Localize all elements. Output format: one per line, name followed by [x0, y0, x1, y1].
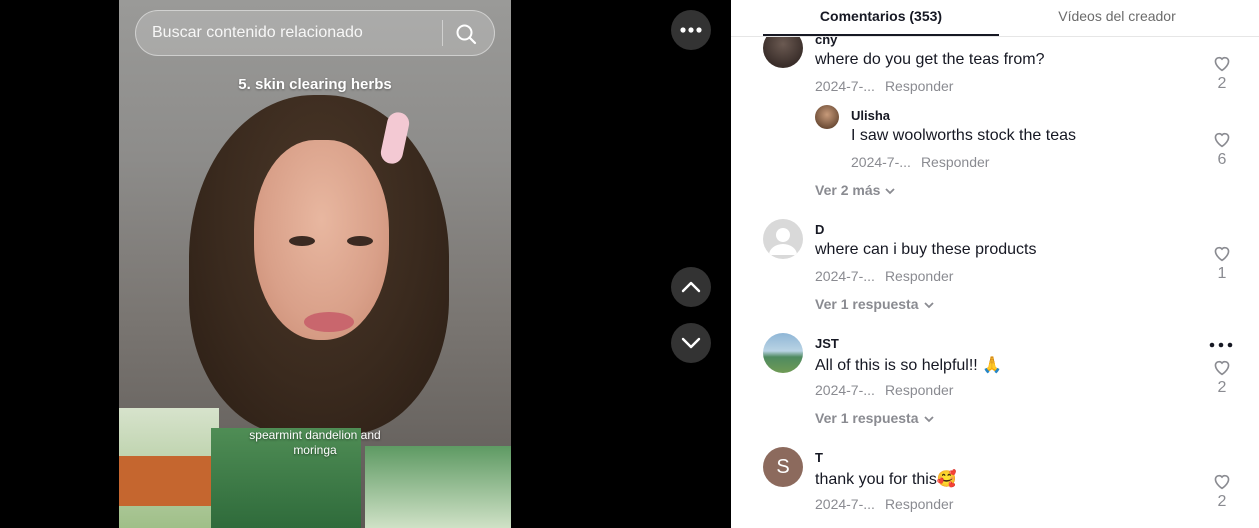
tab-creator-videos[interactable]: Vídeos del creador	[999, 0, 1235, 36]
comment-meta: 2024-7-... Responder	[815, 382, 953, 398]
video-pane: 5. skin clearing herbs spearmint dandeli…	[0, 0, 731, 528]
view-more-label: Ver 1 respuesta	[815, 410, 919, 426]
like-count: 2	[1217, 493, 1227, 510]
reply-button[interactable]: Responder	[885, 78, 954, 94]
comment-meta: 2024-7-... Responder	[815, 268, 953, 284]
tab-comments[interactable]: Comentarios (353)	[763, 0, 999, 36]
chevron-down-icon	[681, 337, 701, 349]
comment-username[interactable]: JST	[815, 336, 839, 351]
like-count: 2	[1217, 379, 1227, 396]
avatar[interactable]	[763, 333, 803, 373]
video-frame-lips	[304, 312, 354, 332]
comments-panel: Comentarios (353) Vídeos del creador chy…	[731, 0, 1259, 528]
view-more-replies[interactable]: Ver 2 más	[815, 182, 896, 198]
reply-button[interactable]: Responder	[885, 268, 954, 284]
search-input[interactable]	[136, 11, 442, 55]
tiktok-window: 5. skin clearing herbs spearmint dandeli…	[0, 0, 1259, 528]
heart-icon	[1214, 474, 1230, 490]
heart-icon	[1214, 246, 1230, 262]
comment-username[interactable]: D	[815, 222, 824, 237]
panel-tabs: Comentarios (353) Vídeos del creador	[731, 0, 1259, 37]
reply-button[interactable]: Responder	[921, 154, 990, 170]
like-count: 6	[1217, 151, 1227, 168]
video-caption-top: 5. skin clearing herbs	[238, 76, 392, 93]
video-frame-eye	[289, 236, 315, 246]
reply-date: 2024-7-...	[851, 154, 911, 170]
like-count: 1	[1217, 265, 1227, 282]
like-button[interactable]: 2	[1210, 472, 1234, 511]
view-more-replies[interactable]: Ver 1 respuesta	[815, 296, 935, 312]
comment-text: where do you get the teas from?	[815, 51, 1045, 68]
like-button[interactable]: 2	[1210, 358, 1234, 397]
chevron-down-icon	[923, 416, 934, 423]
comment-username[interactable]: T	[815, 450, 823, 465]
heart-icon	[1214, 132, 1230, 148]
reply-username[interactable]: Ulisha	[851, 108, 890, 123]
next-video-button[interactable]	[671, 323, 711, 363]
like-button[interactable]: 2	[1210, 54, 1234, 93]
view-more-label: Ver 1 respuesta	[815, 296, 919, 312]
comment-date: 2024-7-...	[815, 382, 875, 398]
comment-text: where can i buy these products	[815, 241, 1037, 258]
comment-meta: 2024-7-... Responder	[815, 78, 953, 94]
comment-more-options[interactable]	[1209, 332, 1233, 353]
comment-text: All of this is so helpful!! 🙏	[815, 357, 1003, 374]
video-frame-eye	[347, 236, 373, 246]
comment-text: thank you for this🥰	[815, 471, 957, 488]
comment-date: 2024-7-...	[815, 496, 875, 512]
reply-meta: 2024-7-... Responder	[851, 154, 989, 170]
search-icon[interactable]	[454, 22, 478, 46]
avatar[interactable]	[815, 105, 839, 129]
reply-button[interactable]: Responder	[885, 496, 954, 512]
search-divider	[442, 20, 443, 46]
default-user-icon	[769, 228, 797, 255]
like-button[interactable]: 1	[1210, 244, 1234, 283]
video-frame-tea-box	[365, 446, 511, 528]
related-search-bar	[135, 10, 495, 56]
reply-text: I saw woolworths stock the teas	[851, 127, 1076, 144]
view-more-replies[interactable]: Ver 1 respuesta	[815, 410, 935, 426]
like-count: 2	[1217, 75, 1227, 92]
chevron-down-icon	[885, 188, 896, 195]
previous-video-button[interactable]	[671, 267, 711, 307]
view-more-label: Ver 2 más	[815, 182, 881, 198]
comment-date: 2024-7-...	[815, 78, 875, 94]
comment-date: 2024-7-...	[815, 268, 875, 284]
video-caption-bottom: spearmint dandelion and moringa	[249, 428, 381, 457]
chevron-down-icon	[923, 302, 934, 309]
reply-button[interactable]: Responder	[885, 382, 954, 398]
heart-icon	[1214, 360, 1230, 376]
ellipsis-icon	[680, 27, 702, 33]
ellipsis-icon	[1209, 342, 1233, 348]
heart-icon	[1214, 56, 1230, 72]
avatar[interactable]	[763, 219, 803, 259]
avatar[interactable]: S	[763, 447, 803, 487]
video-frame-tea-box	[119, 408, 219, 528]
more-options-button[interactable]	[671, 10, 711, 50]
like-button[interactable]: 6	[1210, 130, 1234, 169]
chevron-up-icon	[681, 281, 701, 293]
comment-meta: 2024-7-... Responder	[815, 496, 953, 512]
